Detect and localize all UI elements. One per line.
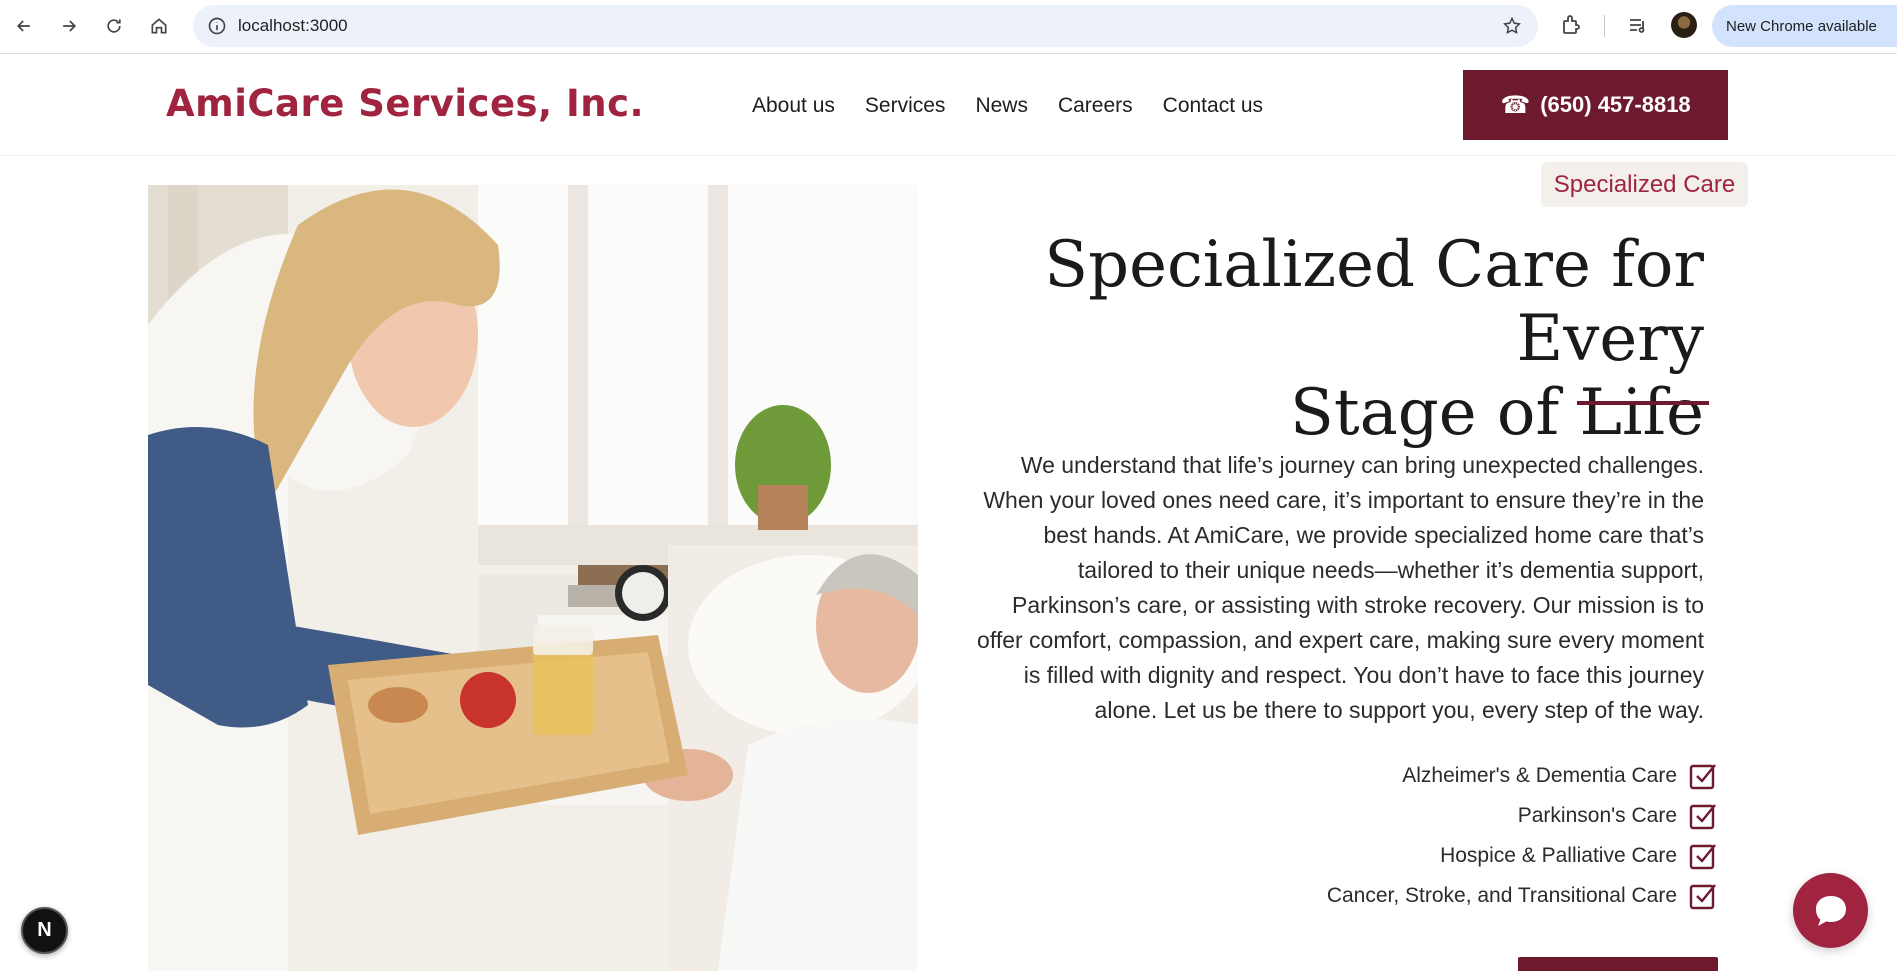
feature-label: Alzheimer's & Dementia Care: [1402, 764, 1677, 787]
site-header: AmiCare Services, Inc. About us Services…: [0, 54, 1897, 156]
url-text[interactable]: localhost:3000: [238, 16, 348, 36]
bookmark-star-icon[interactable]: [1502, 16, 1522, 36]
cta-button-partial[interactable]: [1518, 957, 1718, 971]
checkbox-check-icon: [1689, 764, 1716, 790]
feature-item: Hospice & Palliative Care: [1327, 836, 1717, 876]
profile-avatar[interactable]: [1671, 12, 1697, 38]
chrome-update-button[interactable]: New Chrome available: [1712, 5, 1897, 47]
browser-toolbar: localhost:3000 New Chrome available: [0, 0, 1897, 54]
nav-contact-us[interactable]: Contact us: [1163, 94, 1263, 118]
extensions-puzzle-icon[interactable]: [1560, 13, 1584, 37]
headline-underline: [1577, 401, 1709, 405]
address-bar[interactable]: localhost:3000: [193, 5, 1538, 47]
checkbox-check-icon: [1689, 804, 1716, 830]
feature-item: Cancer, Stroke, and Transitional Care: [1327, 876, 1717, 916]
feature-item: Alzheimer's & Dementia Care: [1327, 756, 1717, 796]
hero-headline-line1: Specialized Care for Every: [1044, 228, 1704, 376]
nav-about-us[interactable]: About us: [752, 94, 835, 118]
forward-icon[interactable]: [54, 11, 84, 41]
feature-label: Cancer, Stroke, and Transitional Care: [1326, 884, 1677, 907]
feature-label: Parkinson's Care: [1517, 804, 1677, 827]
nextjs-dev-badge[interactable]: N: [21, 907, 68, 954]
chat-bubble-icon: [1815, 895, 1846, 926]
chat-widget-button[interactable]: [1793, 873, 1868, 948]
section-tag: Specialized Care: [1541, 162, 1748, 207]
nav-services[interactable]: Services: [865, 94, 946, 118]
nav-careers[interactable]: Careers: [1058, 94, 1133, 118]
hero-description: We understand that life’s journey can br…: [977, 452, 1704, 723]
phone-number: (650) 457-8818: [1540, 92, 1691, 117]
feature-label: Hospice & Palliative Care: [1440, 844, 1677, 867]
hero-image-caregiver-serving-meal: [148, 185, 918, 971]
telephone-icon: ☎: [1500, 91, 1531, 119]
main-nav: About us Services News Careers Contact u…: [752, 94, 1293, 118]
media-control-icon[interactable]: [1626, 13, 1650, 37]
nav-news[interactable]: News: [975, 94, 1028, 118]
home-icon[interactable]: [144, 11, 174, 41]
checkbox-check-icon: [1689, 884, 1716, 910]
phone-call-button[interactable]: ☎ (650) 457-8818: [1463, 70, 1728, 140]
reload-icon[interactable]: [99, 11, 129, 41]
back-icon[interactable]: [9, 11, 39, 41]
site-info-icon[interactable]: [207, 16, 227, 36]
checkbox-check-icon: [1689, 844, 1716, 870]
toolbar-divider: [1604, 15, 1605, 37]
caregiver-photo-illustration: [148, 185, 918, 971]
site-logo[interactable]: AmiCare Services, Inc.: [166, 82, 644, 125]
hero-headline-line2: Stage of Life: [1290, 376, 1704, 450]
hero-headline: Specialized Care for Every Stage of Life: [944, 228, 1704, 450]
feature-item: Parkinson's Care: [1327, 796, 1717, 836]
care-features-list: Alzheimer's & Dementia Care Parkinson's …: [1327, 756, 1717, 916]
